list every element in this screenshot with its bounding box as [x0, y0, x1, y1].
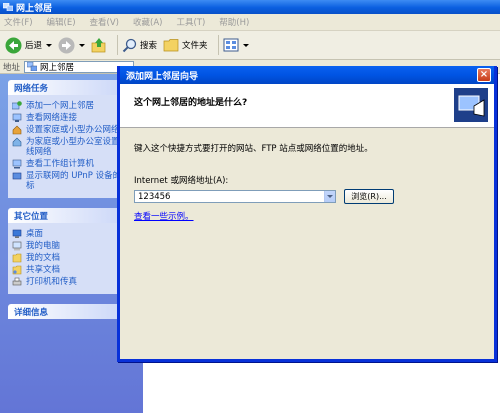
- address-value: 网上邻居: [40, 62, 75, 73]
- wizard-header: 这个网上邻居的地址是什么?: [120, 84, 494, 128]
- network-tasks-panel: 网络任务 添加一个网上邻居 查看网络连接 设置家庭或小型办公网络 为家庭或小型办…: [8, 80, 135, 198]
- place-my-documents[interactable]: 我的文档: [12, 253, 131, 263]
- panel-body: 桌面 我的电脑 我的文档 共享文档 打印机和传真: [8, 223, 135, 294]
- folders-button[interactable]: 文件夹: [163, 38, 208, 52]
- add-network-place-icon: [12, 101, 22, 110]
- search-button[interactable]: 搜索: [122, 38, 157, 53]
- task-label: 查看工作组计算机: [26, 159, 95, 169]
- task-label: 为家庭或小型办公室设置无线网络: [26, 137, 129, 157]
- task-label: 设置家庭或小型办公网络: [26, 125, 120, 135]
- menu-help[interactable]: 帮助(H): [219, 16, 249, 28]
- my-computer-icon: [12, 241, 22, 251]
- chevron-down-icon[interactable]: [79, 43, 86, 47]
- forward-arrow-icon: [58, 37, 75, 53]
- wizard-title: 添加网上邻居向导: [126, 71, 199, 82]
- back-button[interactable]: 后退: [5, 37, 53, 54]
- folders-label: 文件夹: [182, 41, 208, 51]
- place-desktop[interactable]: 桌面: [12, 229, 131, 239]
- up-folder-icon: [91, 38, 106, 53]
- forward-button[interactable]: [58, 37, 86, 54]
- address-field-label: Internet 或网络地址(A):: [134, 176, 229, 186]
- add-network-place-wizard: 添加网上邻居向导 × 这个网上邻居的地址是什么? 键入这个快捷方式要打开的网站、…: [117, 66, 497, 362]
- other-places-panel: 其它位置 桌面 我的电脑 我的文档 共享文档 打印机和传真: [8, 208, 135, 294]
- folder-icon: [163, 39, 179, 52]
- menu-bar: 文件(F) 编辑(E) 查看(V) 收藏(A) 工具(T) 帮助(H): [0, 14, 500, 31]
- panel-body: 添加一个网上邻居 查看网络连接 设置家庭或小型办公网络 为家庭或小型办公室设置无…: [8, 95, 135, 198]
- window-title: 网上邻居: [16, 3, 53, 14]
- details-panel: 详细信息: [8, 304, 135, 319]
- close-icon[interactable]: ×: [477, 68, 491, 82]
- browse-button[interactable]: 浏览(R)...: [344, 189, 394, 204]
- task-setup-home-network[interactable]: 设置家庭或小型办公网络: [12, 125, 131, 135]
- task-view-network-connections[interactable]: 查看网络连接: [12, 113, 131, 123]
- place-label: 我的电脑: [26, 241, 61, 251]
- task-label: 查看网络连接: [26, 113, 78, 123]
- place-label: 共享文档: [26, 265, 61, 275]
- task-view-workgroup-computers[interactable]: 查看工作组计算机: [12, 159, 131, 169]
- place-label: 打印机和传真: [26, 277, 78, 287]
- address-label: 地址: [3, 62, 21, 73]
- place-printers-faxes[interactable]: 打印机和传真: [12, 277, 131, 287]
- wizard-body: 键入这个快捷方式要打开的网站、FTP 站点或网络位置的地址。 Internet …: [120, 128, 494, 361]
- upnp-device-icon: [12, 172, 22, 180]
- chevron-down-icon[interactable]: [324, 191, 335, 202]
- network-places-icon: [27, 62, 38, 71]
- address-field-row: 123456 浏览(R)...: [134, 189, 480, 204]
- chevron-down-icon[interactable]: [46, 43, 53, 47]
- toolbar-separator: [217, 35, 219, 55]
- window-titlebar[interactable]: 网上邻居: [0, 0, 500, 14]
- up-folder-button[interactable]: [91, 37, 107, 53]
- place-label: 我的文档: [26, 253, 61, 263]
- network-connections-icon: [12, 113, 22, 122]
- wizard-instruction: 键入这个快捷方式要打开的网站、FTP 站点或网络位置的地址。: [134, 144, 373, 154]
- task-show-upnp-icons[interactable]: 显示联网的 UPnP 设备的图标: [12, 171, 131, 191]
- place-shared-documents[interactable]: 共享文档: [12, 265, 131, 275]
- menu-file[interactable]: 文件(F): [4, 16, 33, 28]
- network-places-icon: [3, 3, 13, 11]
- panel-header[interactable]: 其它位置: [8, 208, 135, 223]
- home-network-icon: [12, 125, 22, 135]
- menu-favorites[interactable]: 收藏(A): [133, 16, 162, 28]
- toolbar-separator: [117, 35, 119, 55]
- shared-documents-icon: [12, 265, 22, 275]
- search-label: 搜索: [140, 41, 158, 51]
- views-button[interactable]: [223, 38, 249, 52]
- panel-header[interactable]: 详细信息: [8, 304, 135, 319]
- chevron-down-icon[interactable]: [242, 43, 249, 47]
- task-setup-wireless-network[interactable]: 为家庭或小型办公室设置无线网络: [12, 137, 131, 157]
- toolbar: 后退 搜索 文件夹: [0, 31, 500, 60]
- views-icon: [223, 38, 239, 52]
- wizard-heading: 这个网上邻居的地址是什么?: [134, 98, 248, 108]
- task-add-network-place[interactable]: 添加一个网上邻居: [12, 101, 131, 111]
- network-address-value: 123456: [138, 191, 171, 202]
- panel-header[interactable]: 网络任务: [8, 80, 135, 95]
- workgroup-computers-icon: [12, 159, 22, 169]
- place-label: 桌面: [26, 229, 44, 239]
- wireless-network-icon: [12, 137, 22, 147]
- desktop-icon: [12, 229, 22, 238]
- task-label: 添加一个网上邻居: [26, 101, 95, 111]
- network-address-combobox[interactable]: 123456: [134, 190, 336, 203]
- view-examples-link[interactable]: 查看一些示例。: [134, 210, 480, 222]
- menu-tools[interactable]: 工具(T): [176, 16, 205, 28]
- task-label: 显示联网的 UPnP 设备的图标: [26, 171, 130, 191]
- back-label: 后退: [25, 41, 43, 51]
- menu-view[interactable]: 查看(V): [90, 16, 119, 28]
- wizard-titlebar[interactable]: 添加网上邻居向导 ×: [120, 66, 494, 84]
- printer-icon: [12, 277, 22, 286]
- search-icon: [122, 38, 137, 52]
- back-arrow-icon: [5, 37, 22, 53]
- menu-edit[interactable]: 编辑(E): [47, 16, 76, 28]
- my-documents-icon: [12, 253, 22, 263]
- network-place-icon: [454, 88, 488, 122]
- place-my-computer[interactable]: 我的电脑: [12, 241, 131, 251]
